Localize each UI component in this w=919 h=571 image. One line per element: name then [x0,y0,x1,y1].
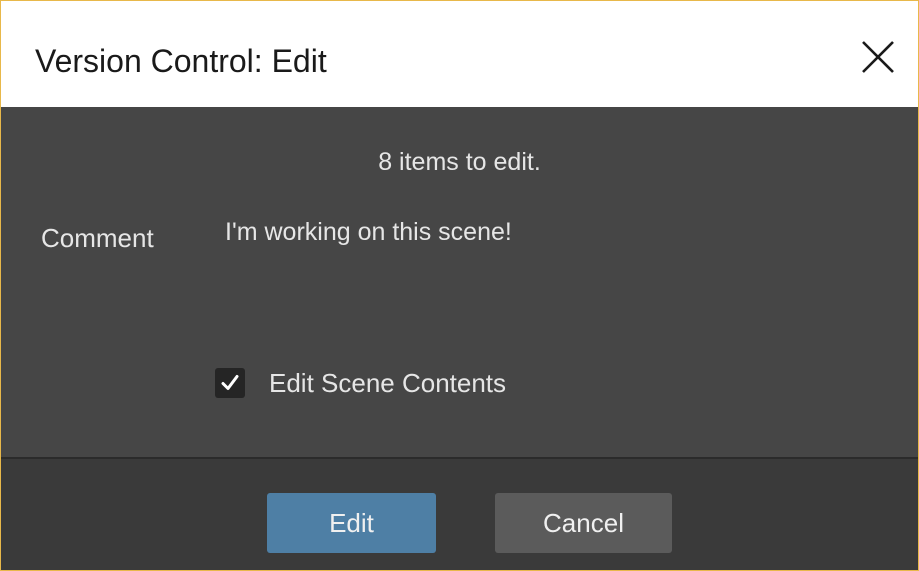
title-bar: Version Control: Edit [1,1,918,107]
dialog-body: 8 items to edit. Comment I'm working on … [1,107,918,457]
edit-scene-contents-toggle[interactable]: Edit Scene Contents [215,365,506,401]
edit-scene-contents-checkbox[interactable] [215,368,245,398]
dialog-window: Version Control: Edit 8 items to edit. C… [0,0,919,571]
items-count-text: 8 items to edit. [378,148,541,176]
close-icon [862,41,894,73]
edit-button[interactable]: Edit [267,493,436,553]
edit-scene-contents-label: Edit Scene Contents [269,368,507,398]
comment-field[interactable]: I'm working on this scene! [215,207,875,357]
comment-label: Comment [41,223,154,253]
close-button[interactable] [856,35,900,79]
checkmark-icon [221,375,239,390]
dialog-footer: Edit Cancel [1,459,918,570]
dialog-title: Version Control: Edit [35,43,327,79]
cancel-button[interactable]: Cancel [495,493,672,553]
